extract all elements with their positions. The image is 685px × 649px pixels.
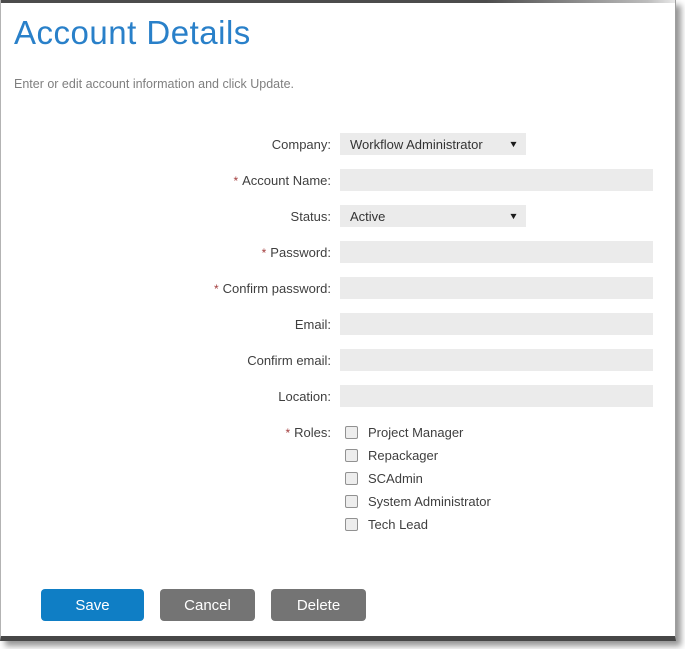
status-select-value: Active [350, 209, 385, 224]
system-administrator-checkbox[interactable] [345, 495, 358, 508]
button-bar: Save Cancel Delete [41, 589, 675, 621]
confirm-password-input[interactable] [340, 277, 653, 299]
role-label: Repackager [368, 448, 438, 463]
account-name-input[interactable] [340, 169, 653, 191]
email-label: Email: [295, 317, 331, 332]
form-row-confirm-email: Confirm email: [14, 349, 675, 371]
location-label: Location: [278, 389, 331, 404]
role-label: Tech Lead [368, 517, 428, 532]
form-row-password: *Password: [14, 241, 675, 263]
page-title: Account Details [14, 13, 675, 53]
status-label: Status: [291, 209, 331, 224]
chevron-down-icon: ▼ [508, 211, 518, 221]
role-item-system-administrator: System Administrator [340, 490, 491, 513]
page-subtitle: Enter or edit account information and cl… [14, 77, 675, 91]
role-item-tech-lead: Tech Lead [340, 513, 491, 536]
project-manager-checkbox[interactable] [345, 426, 358, 439]
form-row-company: Company: Workflow Administrator ▼ [14, 133, 675, 155]
email-input[interactable] [340, 313, 653, 335]
company-label: Company: [272, 137, 331, 152]
role-item-repackager: Repackager [340, 444, 491, 467]
password-label: Password: [270, 245, 331, 260]
password-input[interactable] [340, 241, 653, 263]
form-row-status: Status: Active ▼ [14, 205, 675, 227]
panel-top-edge [1, 0, 675, 3]
role-item-scadmin: SCAdmin [340, 467, 491, 490]
roles-label: Roles: [294, 425, 331, 440]
confirm-password-label: Confirm password: [223, 281, 331, 296]
tech-lead-checkbox[interactable] [345, 518, 358, 531]
form-row-location: Location: [14, 385, 675, 407]
screenshot-frame: Account Details Enter or edit account in… [0, 0, 685, 649]
field-label: Company: [14, 137, 331, 152]
company-select-value: Workflow Administrator [350, 137, 483, 152]
required-asterisk: * [262, 246, 267, 260]
save-button[interactable]: Save [41, 589, 144, 621]
required-asterisk: * [233, 174, 238, 188]
form-row-confirm-password: * Confirm password: [14, 277, 675, 299]
role-label: System Administrator [368, 494, 491, 509]
repackager-checkbox[interactable] [345, 449, 358, 462]
location-input[interactable] [340, 385, 653, 407]
required-asterisk: * [214, 282, 219, 296]
confirm-email-input[interactable] [340, 349, 653, 371]
scadmin-checkbox[interactable] [345, 472, 358, 485]
role-label: Project Manager [368, 425, 463, 440]
account-details-panel: Account Details Enter or edit account in… [0, 0, 676, 641]
company-select[interactable]: Workflow Administrator ▼ [340, 133, 526, 155]
account-name-label: Account Name: [242, 173, 331, 188]
role-item-project-manager: Project Manager [340, 421, 491, 444]
form-row-account-name: * Account Name: [14, 169, 675, 191]
status-select[interactable]: Active ▼ [340, 205, 526, 227]
required-asterisk: * [285, 426, 290, 440]
chevron-down-icon: ▼ [508, 139, 518, 149]
form-row-roles: * Roles: Project Manager Repackager [14, 421, 675, 536]
account-form: Company: Workflow Administrator ▼ * Accou… [14, 133, 675, 621]
cancel-button[interactable]: Cancel [160, 589, 255, 621]
page-content: Account Details Enter or edit account in… [1, 0, 675, 621]
roles-group: Project Manager Repackager SCAdmin [340, 421, 491, 536]
role-label: SCAdmin [368, 471, 423, 486]
confirm-email-label: Confirm email: [247, 353, 331, 368]
form-row-email: Email: [14, 313, 675, 335]
delete-button[interactable]: Delete [271, 589, 366, 621]
